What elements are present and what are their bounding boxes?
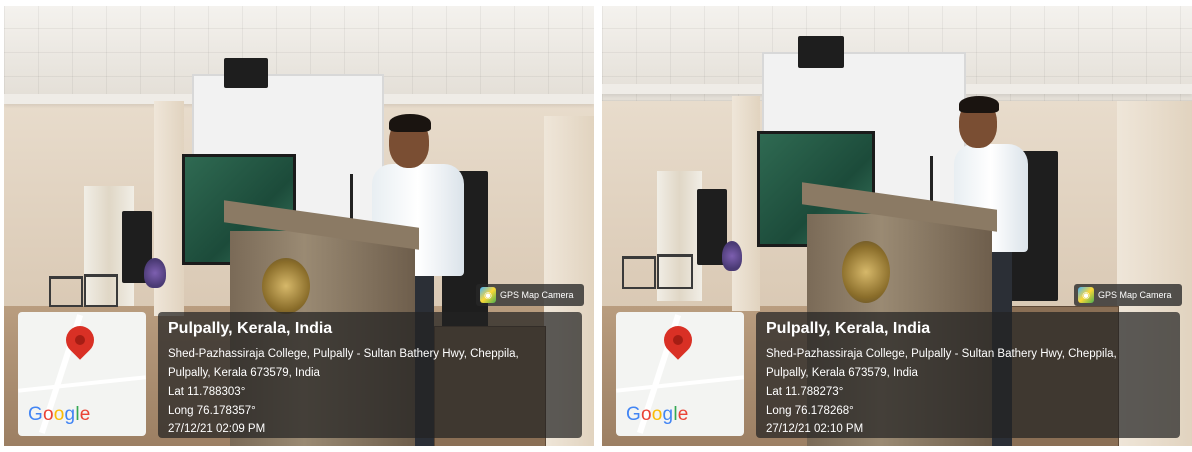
chair xyxy=(49,276,83,307)
microphone xyxy=(350,174,353,224)
wall-speaker xyxy=(798,36,844,68)
latitude: Lat 11.788273° xyxy=(766,386,844,398)
location-info-box: Pulpally, Kerala, India Shed-Pazhassiraj… xyxy=(158,312,582,438)
gps-map-camera-icon: ◉ xyxy=(480,287,496,303)
address-line-1: Shed-Pazhassiraja College, Pulpally - Su… xyxy=(168,348,519,360)
chair xyxy=(657,254,693,289)
datetime: 27/12/21 02:10 PM xyxy=(766,423,864,435)
microphone xyxy=(930,156,933,201)
photo-left: ◉ GPS Map Camera Google Pulpally, Kerala… xyxy=(4,6,594,446)
longitude: Long 76.178268° xyxy=(766,405,854,417)
podium-emblem xyxy=(262,258,310,314)
datetime: 27/12/21 02:09 PM xyxy=(168,423,266,435)
place-name: Pulpally, Kerala, India xyxy=(168,320,333,337)
gps-map-camera-icon: ◉ xyxy=(1078,287,1094,303)
google-logo: Google xyxy=(626,404,689,425)
address-line-1: Shed-Pazhassiraja College, Pulpally - Su… xyxy=(766,348,1117,360)
flower-vase xyxy=(722,241,742,271)
address-line-2: Pulpally, Kerala 673579, India xyxy=(766,367,918,379)
map-thumbnail: Google xyxy=(18,312,146,436)
location-info-box: Pulpally, Kerala, India Shed-Pazhassiraj… xyxy=(756,312,1180,438)
person-hair xyxy=(959,96,999,113)
chair xyxy=(84,274,118,307)
wall-speaker xyxy=(224,58,268,88)
place-name: Pulpally, Kerala, India xyxy=(766,320,931,337)
gps-badge: ◉ GPS Map Camera xyxy=(1074,284,1182,306)
person-hair xyxy=(389,114,431,132)
chair xyxy=(622,256,656,289)
longitude: Long 76.178357° xyxy=(168,405,256,417)
podium-emblem xyxy=(842,241,890,303)
gps-badge-label: GPS Map Camera xyxy=(1098,290,1172,300)
photo-collage: ◉ GPS Map Camera Google Pulpally, Kerala… xyxy=(0,0,1192,452)
google-logo: Google xyxy=(28,404,91,425)
map-thumbnail: Google xyxy=(616,312,744,436)
photo-right: ◉ GPS Map Camera Google Pulpally, Kerala… xyxy=(602,6,1192,446)
address-line-2: Pulpally, Kerala 673579, India xyxy=(168,367,320,379)
gps-badge-label: GPS Map Camera xyxy=(500,290,574,300)
map-road xyxy=(18,375,146,393)
map-road xyxy=(616,375,744,393)
gps-badge: ◉ GPS Map Camera xyxy=(476,284,584,306)
pillar xyxy=(732,96,760,311)
latitude: Lat 11.788303° xyxy=(168,386,246,398)
flower-vase xyxy=(144,258,166,288)
